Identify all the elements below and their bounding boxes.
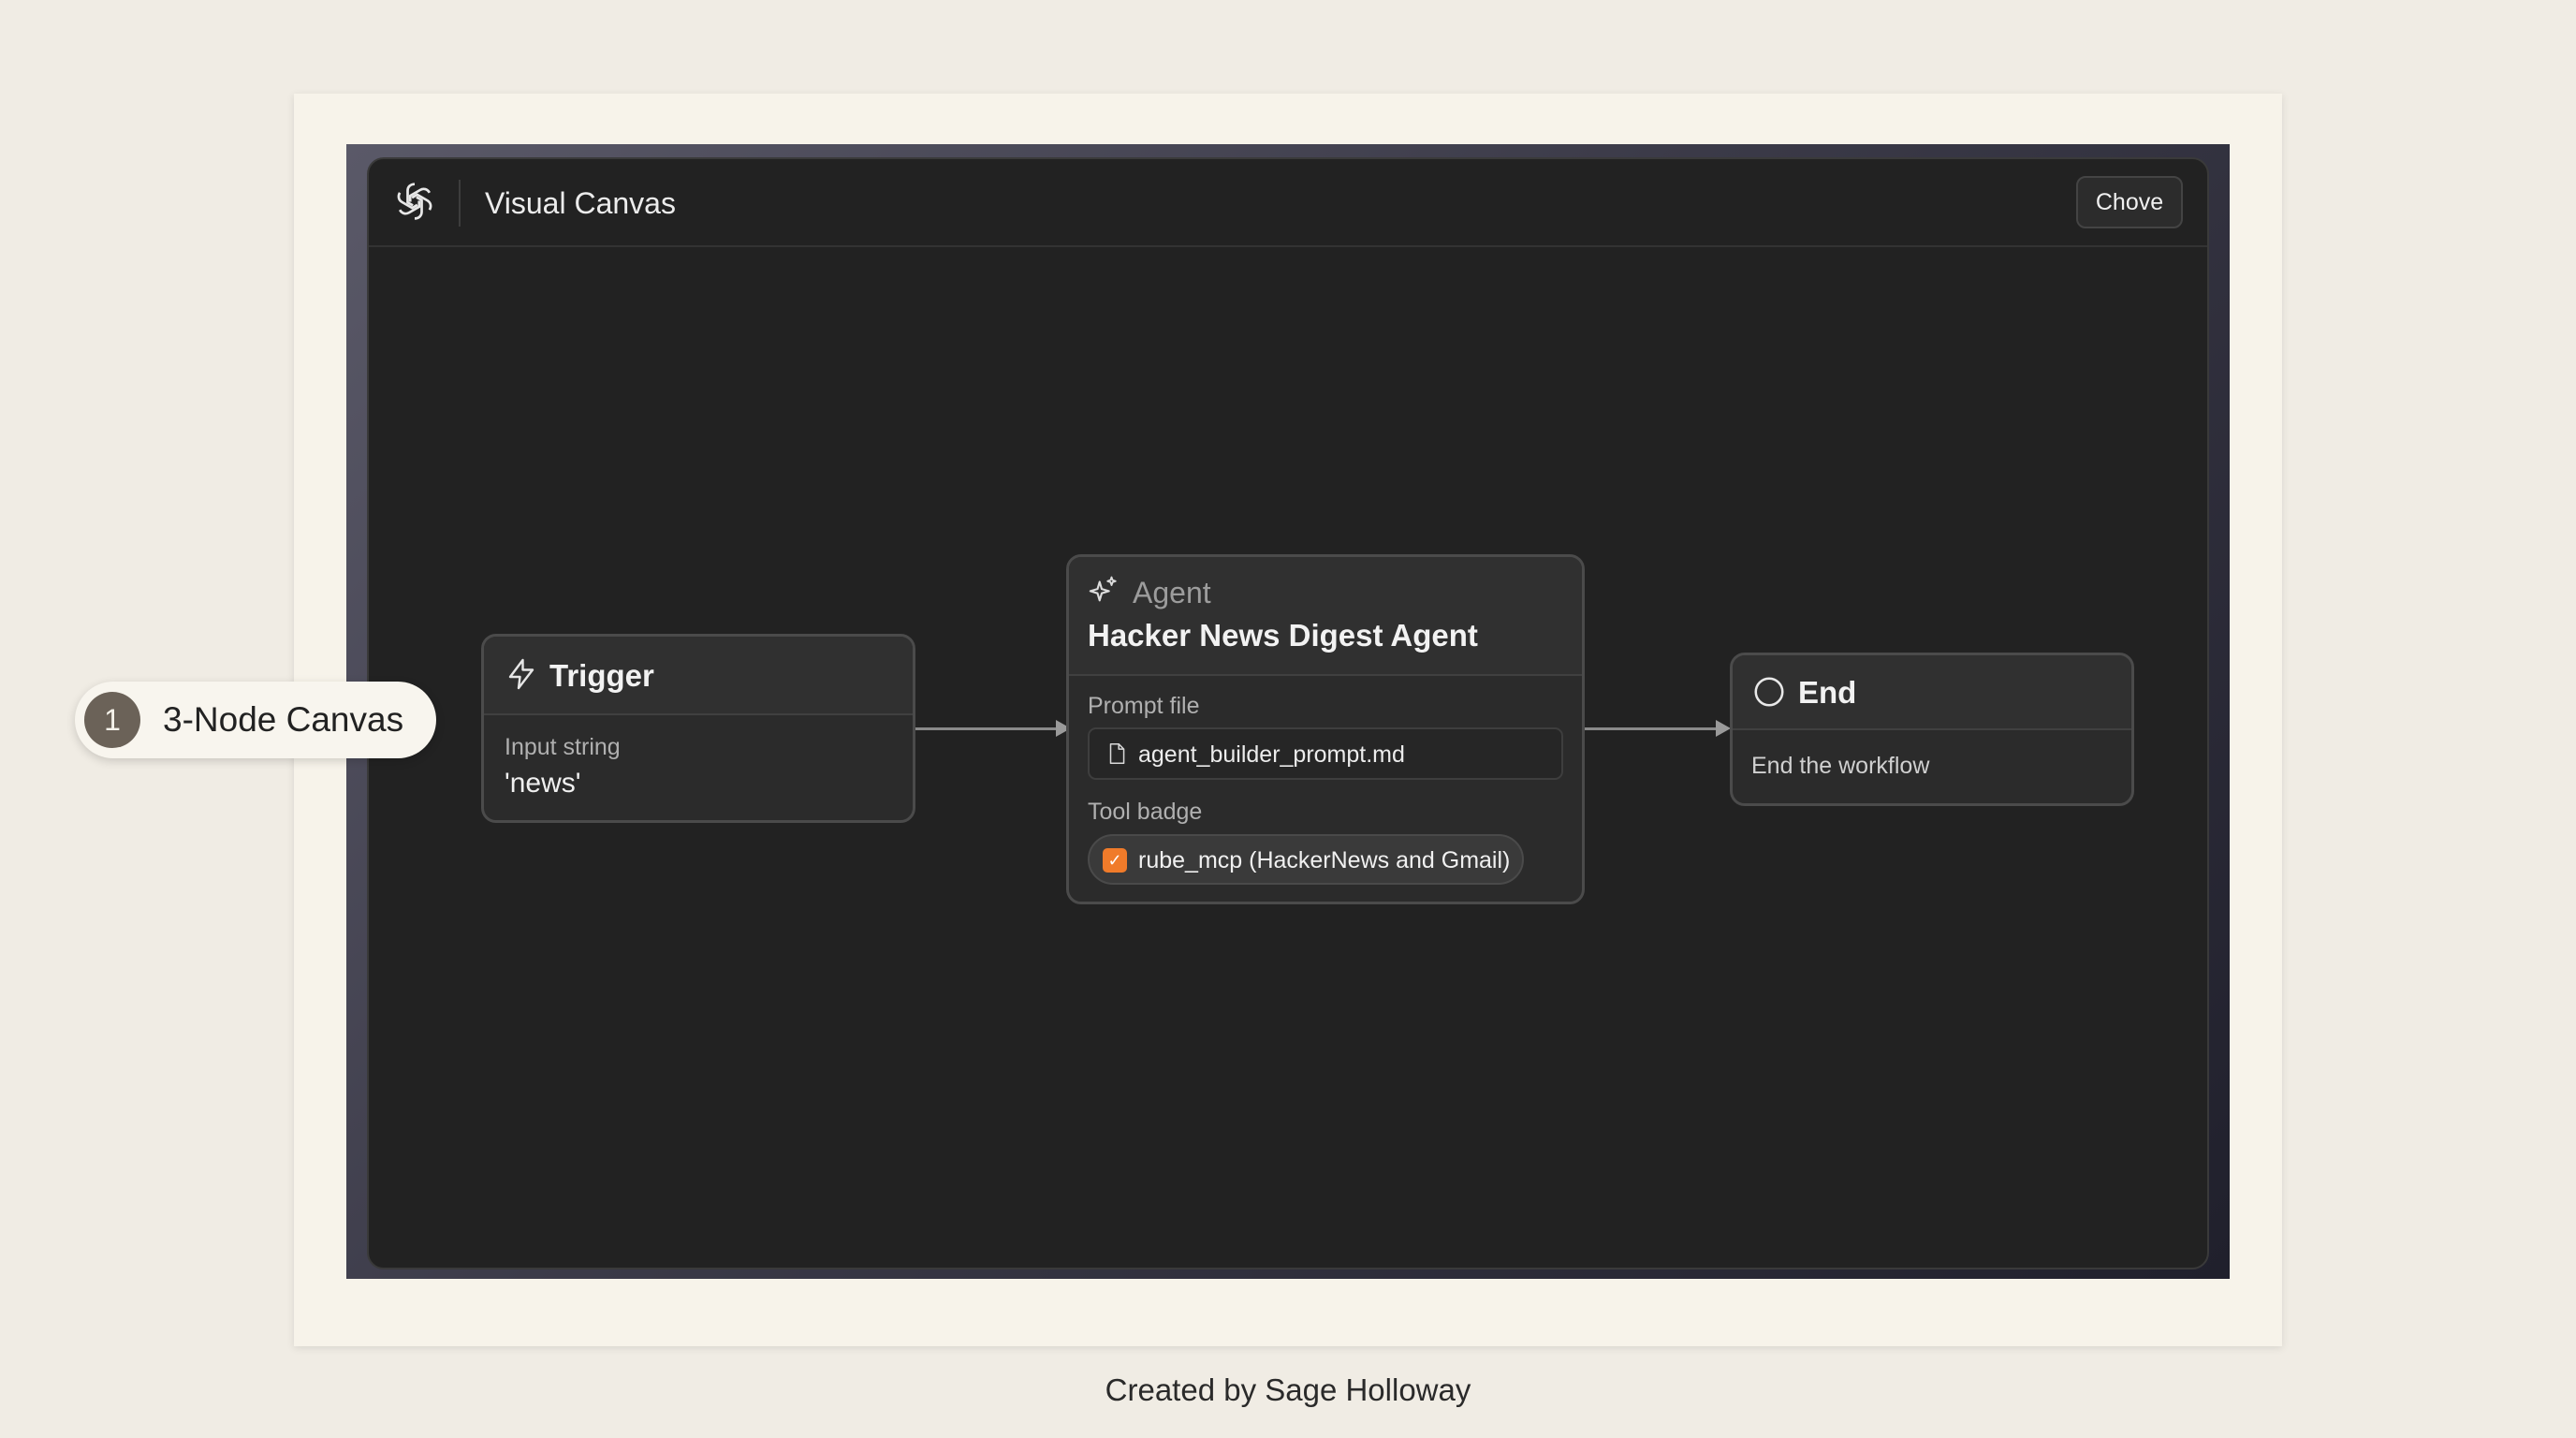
- tool-badge[interactable]: ✓ rube_mcp (HackerNews and Gmail): [1088, 834, 1524, 885]
- tool-badge-label: Tool badge: [1088, 799, 1203, 825]
- prompt-file-name: agent_builder_prompt.md: [1138, 741, 1405, 768]
- callout-number: 1: [84, 692, 140, 748]
- end-title: End: [1798, 675, 1857, 710]
- top-right-button[interactable]: Chove: [2076, 176, 2183, 228]
- trigger-node[interactable]: Trigger Input string 'news': [481, 634, 915, 823]
- prompt-file-chip[interactable]: agent_builder_prompt.md: [1088, 727, 1563, 780]
- edge-agent-to-end: [1585, 720, 1731, 737]
- file-icon: [1109, 742, 1125, 765]
- end-node-header: End: [1733, 655, 2131, 730]
- title-bar: Visual Canvas Chove: [369, 159, 2207, 247]
- title-divider: [459, 180, 461, 227]
- circle-icon: [1754, 677, 1784, 707]
- trigger-node-header: Trigger: [484, 637, 913, 715]
- end-description: End the workflow: [1751, 753, 1930, 779]
- footer-credit: Created by Sage Holloway: [1105, 1372, 1471, 1407]
- openai-logo-icon[interactable]: [391, 178, 438, 225]
- step-callout: 1 3-Node Canvas: [75, 682, 436, 758]
- tool-badge-name: rube_mcp (HackerNews and Gmail): [1138, 847, 1511, 873]
- agent-kind-label: Agent: [1133, 576, 1211, 609]
- callout-label: 3-Node Canvas: [163, 700, 404, 739]
- sparkle-icon: [1089, 576, 1117, 602]
- orange-check-badge-icon: ✓: [1103, 848, 1127, 873]
- agent-node-header: Agent Hacker News Digest Agent: [1069, 557, 1582, 676]
- lightning-bolt-icon: [508, 658, 534, 690]
- trigger-field-value: 'news': [505, 768, 581, 799]
- agent-title: Hacker News Digest Agent: [1088, 618, 1478, 653]
- trigger-field-label: Input string: [505, 734, 621, 760]
- trigger-title: Trigger: [549, 658, 654, 693]
- end-node[interactable]: End End the workflow: [1730, 653, 2134, 806]
- agent-node[interactable]: Agent Hacker News Digest Agent Prompt fi…: [1066, 554, 1585, 904]
- prompt-file-label: Prompt file: [1088, 693, 1200, 719]
- window-title: Visual Canvas: [485, 186, 676, 220]
- edge-trigger-to-agent: [915, 720, 1071, 737]
